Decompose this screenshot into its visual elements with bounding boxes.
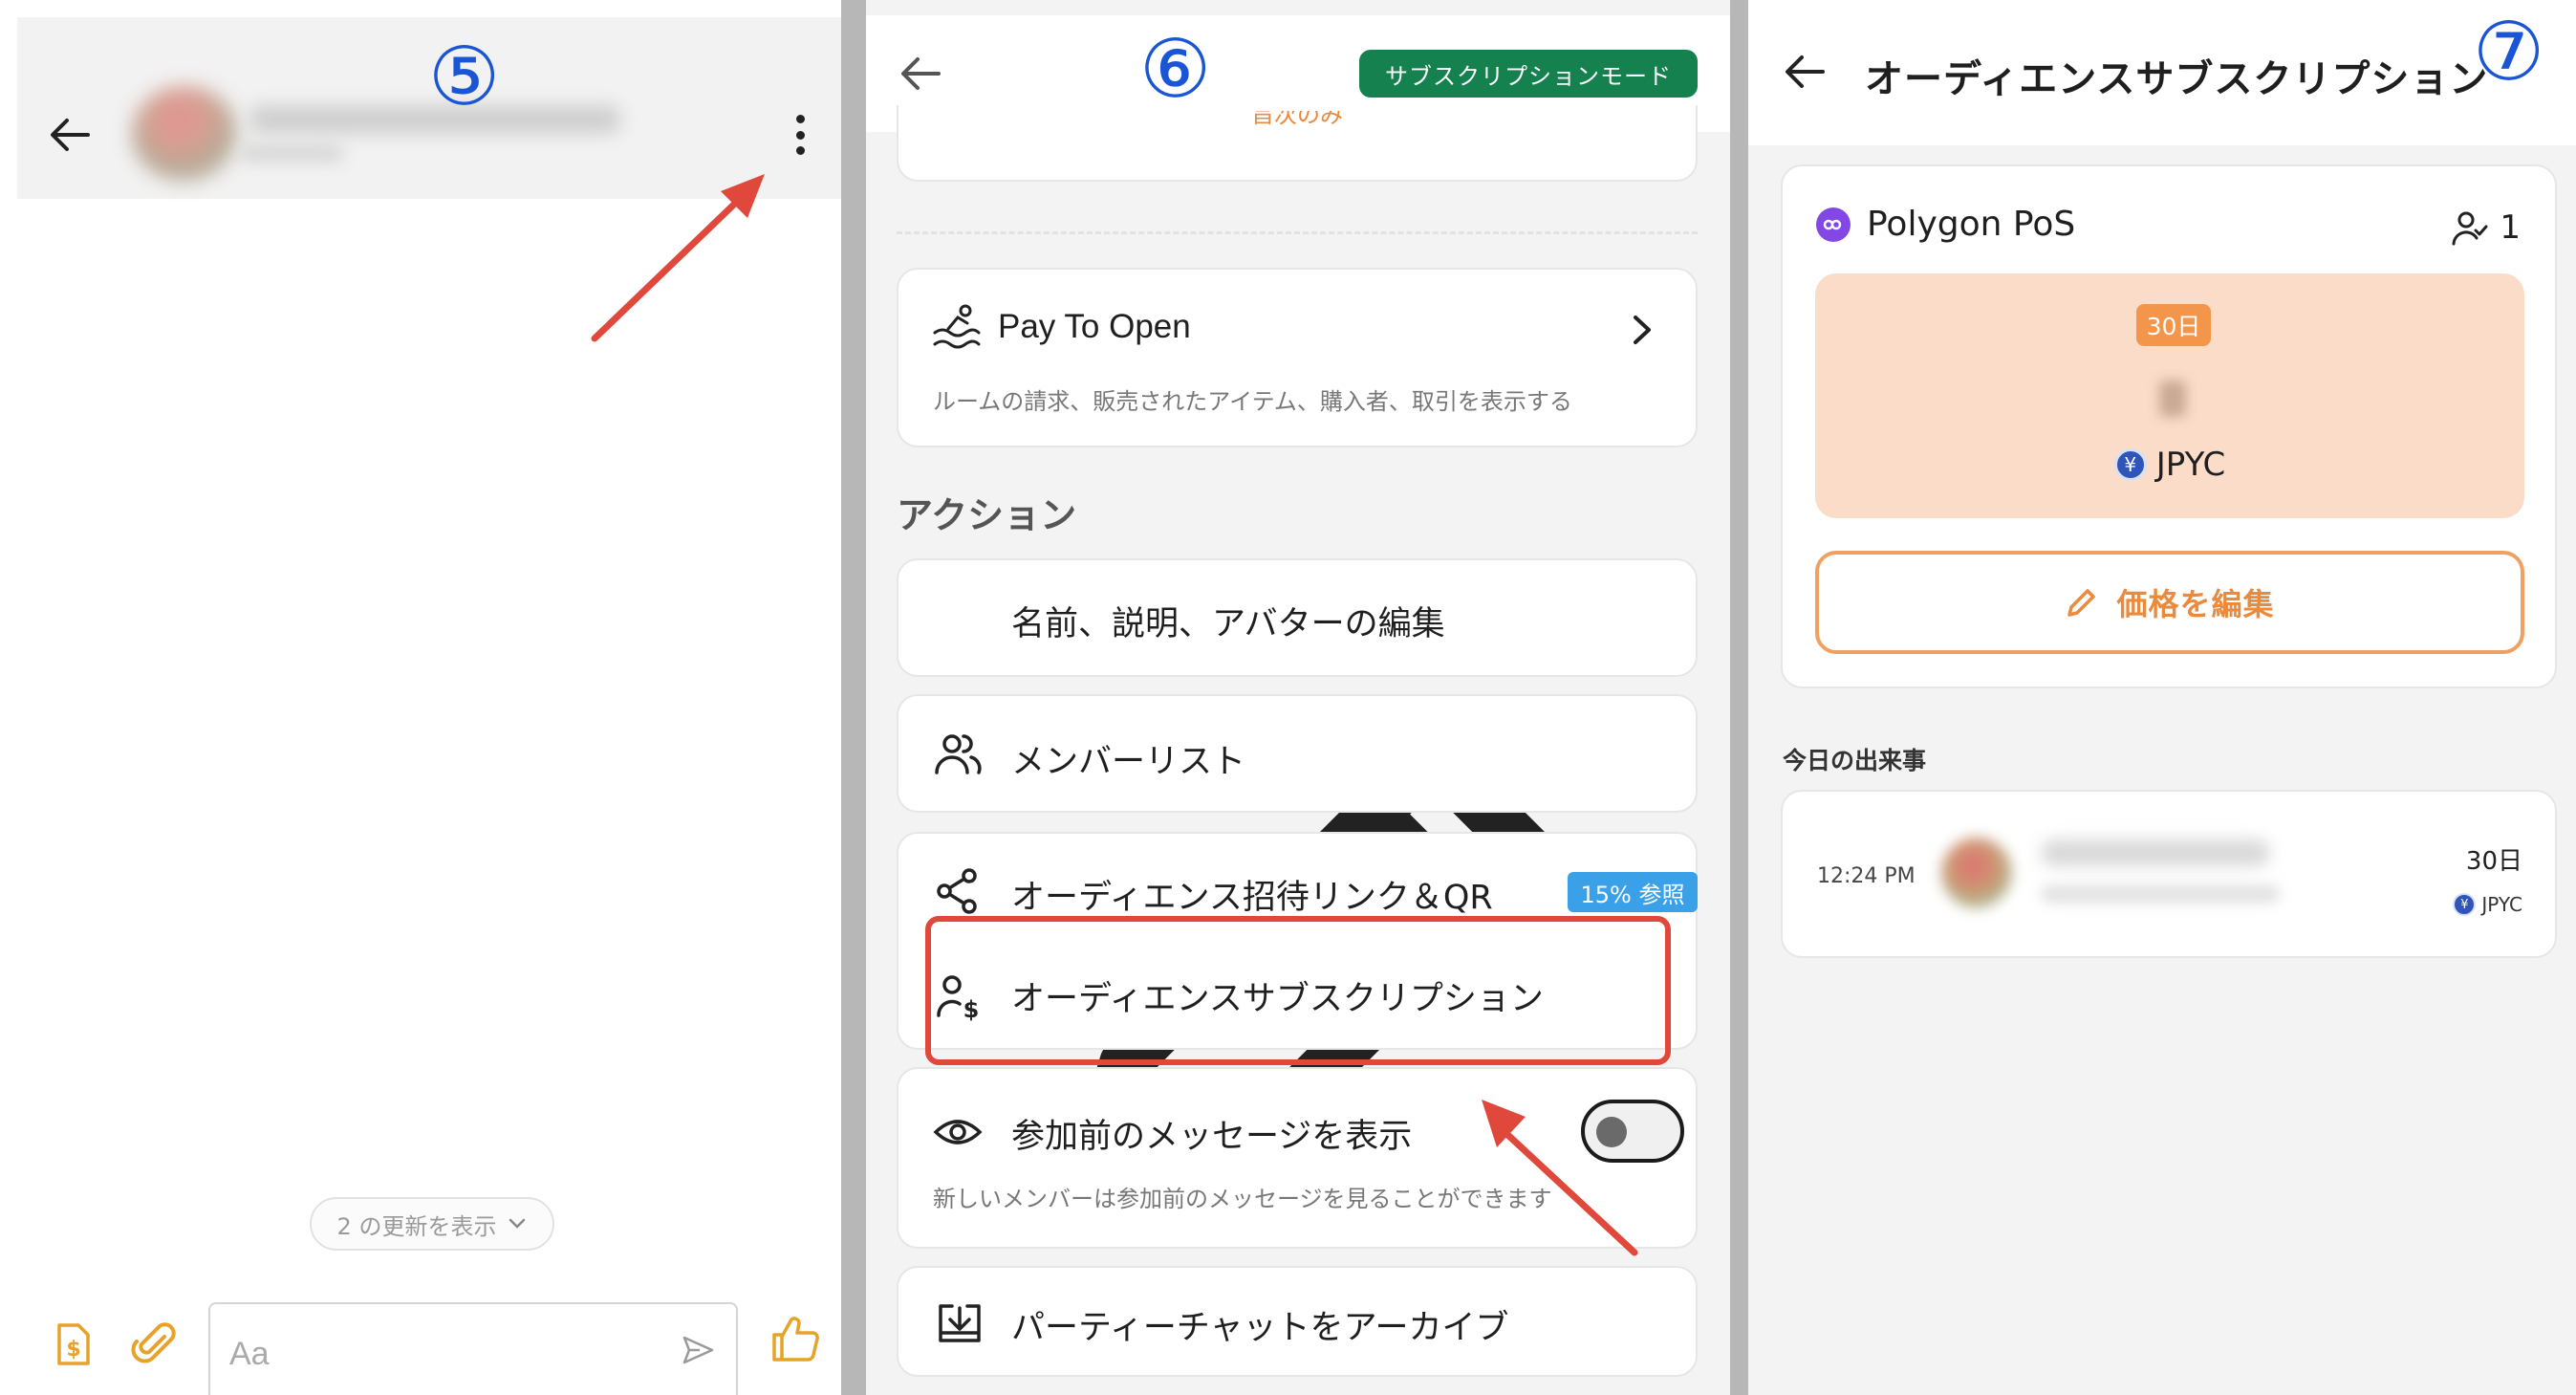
step-number-5: ⑤	[428, 30, 501, 123]
page-title: オーディエンスサブスクリプション	[1865, 57, 2489, 101]
pay-to-open-title: Pay To Open	[998, 308, 1191, 345]
show-messages-label: 参加前のメッセージを表示	[1011, 1118, 1413, 1156]
cutoff-text: 旨次のみ	[1251, 111, 1343, 128]
event-sub-blurred	[2041, 885, 2280, 903]
subscriber-count: 1	[2452, 208, 2521, 247]
send-icon[interactable]	[681, 1333, 715, 1367]
pay-to-open-icon	[933, 304, 981, 349]
step-number-6: ⑥	[1139, 22, 1212, 116]
member-list-label: メンバーリスト	[1011, 743, 1246, 781]
chevron-down-icon	[509, 1218, 526, 1229]
message-input-box[interactable]	[208, 1302, 738, 1395]
subscription-plan-card: Polygon PoS 1 30日 ¥ JPYC 価格を編集	[1781, 164, 2557, 688]
pay-to-open-description: ルームの請求、販売されたアイテム、購入者、取引を表示する	[933, 388, 1572, 415]
today-events-heading: 今日の出来事	[1783, 747, 1927, 774]
highlight-box	[925, 916, 1671, 1065]
section-title-actions: アクション	[897, 494, 1077, 536]
event-time: 12:24 PM	[1817, 864, 1916, 888]
period-tag: 30日	[2136, 304, 2211, 346]
top-strip	[191, 0, 612, 17]
dollar-document-icon[interactable]: $	[48, 1319, 97, 1369]
chain-info: Polygon PoS	[1815, 205, 2075, 244]
event-avatar	[1941, 838, 2012, 908]
show-updates-button[interactable]: 2 の更新を表示	[310, 1197, 554, 1251]
panel-room-settings: ⑥ サブスクリプションモード 旨次のみ Pay To Open ルームの請求、販…	[866, 0, 1730, 1395]
token-info: ¥ JPYC	[1815, 446, 2524, 484]
room-avatar	[132, 86, 237, 182]
pointer-arrow-5	[591, 174, 765, 342]
edit-profile-label: 名前、説明、アバターの編集	[1011, 605, 1445, 643]
room-subtitle-blurred	[239, 143, 344, 163]
chevron-right-icon	[1634, 316, 1651, 344]
edit-price-button[interactable]: 価格を編集	[1815, 551, 2524, 654]
thumbs-up-icon[interactable]	[768, 1312, 822, 1365]
price-value-blurred	[2159, 381, 2186, 417]
archive-chat-row[interactable]: パーティーチャットをアーカイブ	[897, 1266, 1698, 1377]
panel-divider	[841, 0, 866, 1395]
event-name-blurred	[2041, 839, 2270, 866]
show-messages-toggle[interactable]	[1581, 1100, 1684, 1163]
archive-chat-label: パーティーチャットをアーカイブ	[1011, 1309, 1509, 1347]
event-row[interactable]: 12:24 PM 30日 ¥ JPYC	[1781, 790, 2557, 958]
kebab-menu-icon[interactable]	[786, 115, 814, 155]
eye-icon	[933, 1120, 983, 1144]
message-input[interactable]	[229, 1336, 631, 1373]
previous-card-cutoff: 旨次のみ	[897, 105, 1698, 182]
show-updates-label: 2 の更新を表示	[336, 1212, 497, 1240]
panel-divider	[1730, 0, 1748, 1395]
top-strip	[866, 0, 1730, 15]
chain-name: Polygon PoS	[1867, 205, 2076, 244]
price-box: 30日 ¥ JPYC	[1815, 273, 2524, 518]
panel-audience-subscription: オーディエンスサブスクリプション ⑦ Polygon PoS 1 30日 ¥ J…	[1748, 0, 2576, 1395]
member-list-row[interactable]: メンバーリスト	[897, 694, 1698, 813]
pay-to-open-card[interactable]: Pay To Open ルームの請求、販売されたアイテム、購入者、取引を表示する	[897, 268, 1698, 447]
paperclip-icon[interactable]	[130, 1319, 180, 1369]
event-token: ¥ JPYC	[2453, 893, 2522, 916]
jpyc-coin-icon: ¥	[2453, 893, 2477, 916]
panel-chat-room: ⑤ 2 の更新を表示 $	[0, 0, 841, 1395]
jpyc-coin-icon: ¥	[2113, 448, 2147, 481]
invite-link-label: オーディエンス招待リンク＆QR	[1011, 879, 1493, 917]
referral-badge: 15% 参照	[1568, 872, 1698, 912]
event-token-name: JPYC	[2481, 893, 2522, 916]
svg-text:$: $	[66, 1338, 80, 1362]
back-arrow-icon[interactable]	[1781, 48, 1829, 96]
member-count: 1	[2500, 208, 2521, 247]
back-arrow-icon[interactable]	[897, 50, 944, 98]
event-period: 30日	[2465, 847, 2522, 876]
users-icon	[935, 734, 982, 774]
token-name: JPYC	[2155, 446, 2226, 484]
user-check-icon	[2452, 211, 2488, 246]
toggle-knob	[1596, 1117, 1627, 1147]
pencil-icon	[2067, 589, 2096, 617]
polygon-logo-icon	[1816, 207, 1851, 242]
edit-price-label: 価格を編集	[2116, 586, 2275, 622]
show-messages-description: 新しいメンバーは参加前のメッセージを見ることができます	[933, 1186, 1552, 1212]
dashed-divider	[897, 231, 1698, 234]
back-arrow-icon[interactable]	[46, 111, 94, 159]
show-messages-row: 参加前のメッセージを表示 新しいメンバーは参加前のメッセージを見ることができます	[897, 1067, 1698, 1249]
archive-icon	[939, 1304, 981, 1342]
subscription-mode-badge: サブスクリプションモード	[1359, 50, 1698, 98]
share-icon	[937, 868, 977, 914]
edit-profile-row[interactable]: 名前、説明、アバターの編集	[897, 558, 1698, 1235]
step-number-7: ⑦	[2473, 5, 2545, 98]
